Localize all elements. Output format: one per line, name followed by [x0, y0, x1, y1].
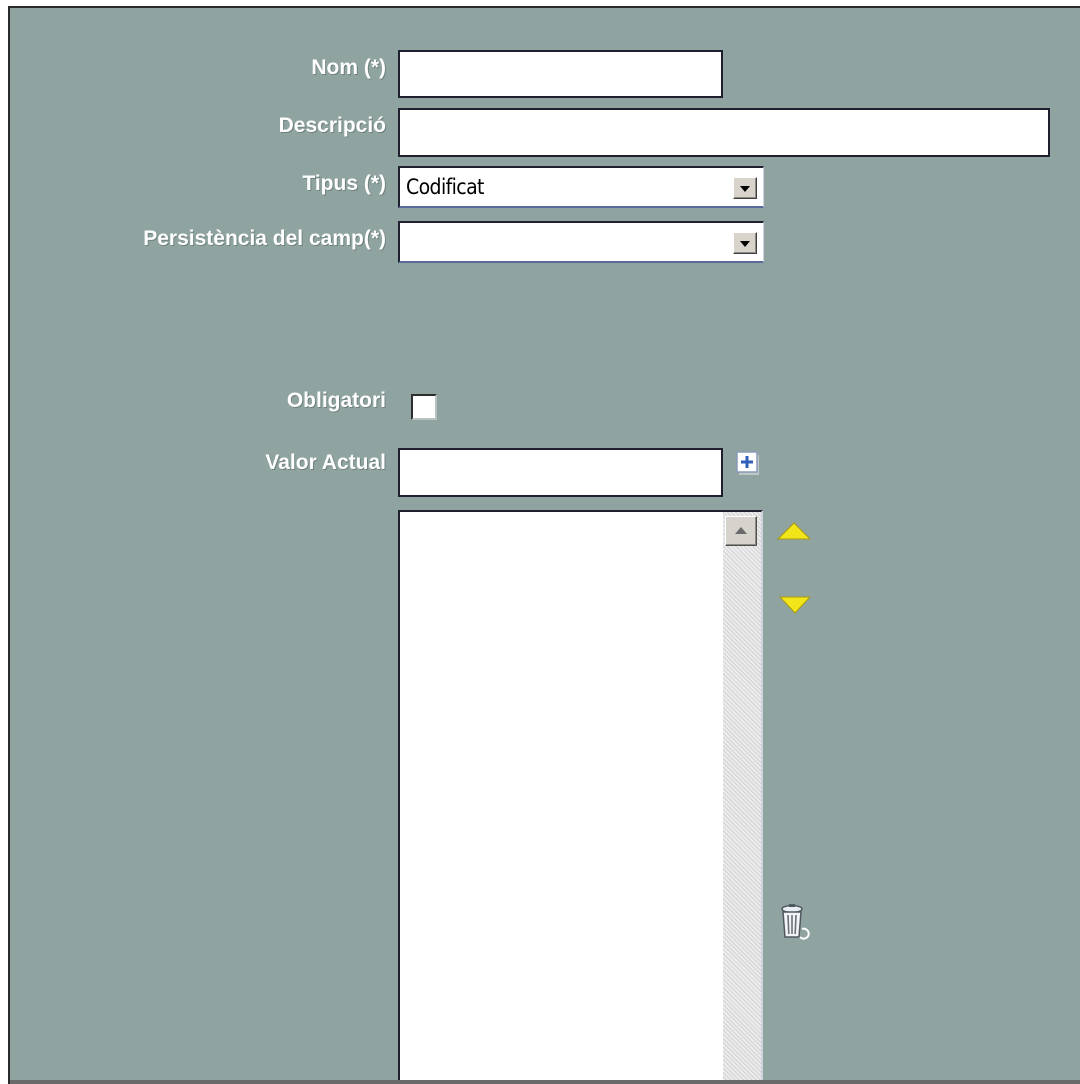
plus-box-icon[interactable] [736, 451, 760, 477]
dropdown-arrow-icon[interactable] [733, 177, 757, 199]
dropdown-arrow-icon[interactable] [733, 232, 757, 254]
scroll-up-arrow-icon[interactable] [725, 516, 757, 546]
tipus-label: Tipus (*) [302, 172, 386, 195]
nom-label: Nom (*) [311, 56, 386, 79]
descripcio-input[interactable] [398, 108, 1050, 157]
bottom-border [10, 1080, 1080, 1084]
persistencia-select[interactable] [398, 221, 764, 263]
valor-actual-input[interactable] [398, 448, 723, 497]
form-panel: Nom (*) Descripció Tipus (*) Codificat P… [8, 6, 1080, 1084]
tipus-selected-value: Codificat [406, 175, 484, 199]
descripcio-label: Descripció [278, 114, 386, 137]
valor-actual-label: Valor Actual [265, 451, 386, 474]
nom-input[interactable] [398, 50, 723, 98]
obligatori-label: Obligatori [286, 389, 386, 412]
tipus-select[interactable]: Codificat [398, 166, 764, 208]
triangle-up-icon[interactable] [777, 522, 811, 540]
persistencia-label: Persistència del camp(*) [143, 227, 386, 250]
trash-can-icon[interactable] [779, 903, 813, 943]
triangle-down-icon[interactable] [779, 596, 811, 614]
values-listbox[interactable] [398, 510, 763, 1084]
obligatori-checkbox[interactable] [411, 394, 437, 420]
listbox-scrollbar[interactable] [723, 512, 761, 1084]
